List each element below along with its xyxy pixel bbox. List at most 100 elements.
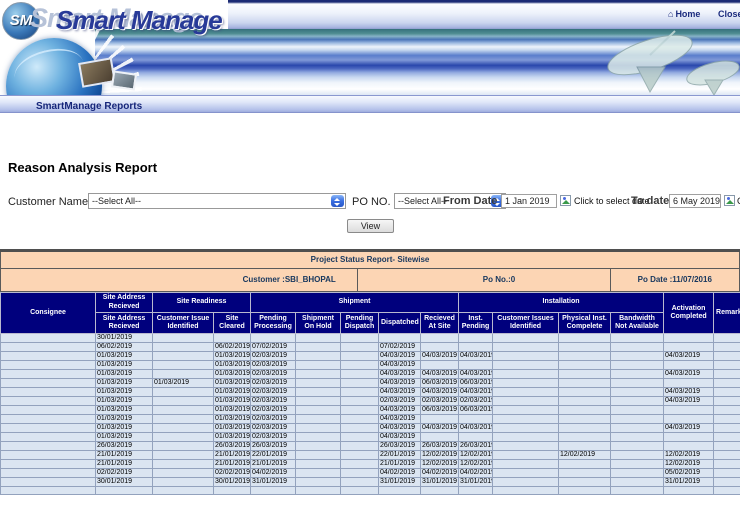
report-cell: 01/03/2019 bbox=[213, 432, 251, 442]
table-row: 01/03/2019 01/03/2019 01/03/2019 02/03/2019… bbox=[0, 378, 740, 388]
report-cell: 04/03/2019 bbox=[419, 369, 460, 379]
report-cell bbox=[713, 387, 740, 397]
dropdown-arrows-icon bbox=[331, 195, 344, 207]
report-cell bbox=[295, 342, 341, 352]
report-cell: 01/03/2019 bbox=[152, 378, 214, 388]
report-cell: 01/03/2019 bbox=[213, 396, 251, 406]
report-cell: 07/02/2019 bbox=[378, 342, 421, 352]
report-cell: 04/03/2019 bbox=[458, 423, 494, 433]
report-info-row: Customer :SBI_BHOPAL Po No.:0 Po Date :1… bbox=[0, 269, 740, 292]
report-cell: 02/03/2019 bbox=[250, 369, 296, 379]
report-cell bbox=[152, 360, 214, 370]
table-row: 01/03/2019 01/03/2019 02/03/2019 04/03/2019 bbox=[0, 414, 740, 424]
report-cell bbox=[152, 486, 214, 495]
report-cell bbox=[152, 342, 214, 352]
report-cell bbox=[610, 423, 665, 433]
report-cell: 21/01/2019 bbox=[95, 459, 153, 469]
report-cell bbox=[152, 432, 214, 442]
report-cell bbox=[340, 450, 379, 460]
report-cell bbox=[558, 432, 612, 442]
report-cell: 31/01/2019 bbox=[458, 477, 494, 487]
report-cell bbox=[663, 342, 715, 352]
report-cell: 21/01/2019 bbox=[250, 459, 296, 469]
report-cell bbox=[610, 441, 665, 451]
report-cell bbox=[295, 351, 341, 361]
customer-name-select[interactable]: --Select All-- bbox=[88, 193, 346, 209]
report-cell: 26/03/2019 bbox=[250, 441, 296, 451]
report-cell bbox=[295, 486, 341, 495]
from-date-picker-icon[interactable] bbox=[560, 195, 571, 206]
report-cell: 02/03/2019 bbox=[250, 351, 296, 361]
report-cell: 12/02/2019 bbox=[419, 459, 460, 469]
report-cell: 06/03/2019 bbox=[458, 405, 494, 415]
report-cell bbox=[152, 459, 214, 469]
report-cell bbox=[558, 414, 612, 424]
report-cell bbox=[713, 333, 740, 343]
report-cell bbox=[458, 432, 494, 442]
report-cell bbox=[713, 342, 740, 352]
report-cell: 22/01/2019 bbox=[250, 450, 296, 460]
report-cell: 01/03/2019 bbox=[95, 369, 153, 379]
close-link[interactable]: Close bbox=[718, 9, 740, 19]
report-header-row2: Site Address Recieved Customer Issue Iden… bbox=[1, 312, 740, 334]
report-cell bbox=[295, 387, 341, 397]
home-link[interactable]: ⌂ Home bbox=[668, 9, 700, 19]
report-cell: 04/03/2019 bbox=[419, 351, 460, 361]
report-cell: 01/03/2019 bbox=[213, 414, 251, 424]
report-cell: 02/03/2019 bbox=[458, 396, 494, 406]
report-cell: 01/03/2019 bbox=[95, 360, 153, 370]
report-cell bbox=[340, 333, 379, 343]
table-row: 01/03/2019 01/03/2019 02/03/2019 04/03/2019… bbox=[0, 405, 740, 415]
report-cell bbox=[340, 414, 379, 424]
report-cell bbox=[558, 396, 612, 406]
report-cell bbox=[558, 423, 612, 433]
table-filler-row bbox=[0, 486, 740, 495]
report-cell bbox=[419, 360, 460, 370]
report-cell bbox=[340, 360, 379, 370]
home-icon: ⌂ bbox=[668, 9, 674, 19]
table-row: 21/01/2019 21/01/2019 22/01/2019 22/01/2019… bbox=[0, 450, 740, 460]
to-date-input[interactable]: 6 May 2019 bbox=[669, 194, 721, 208]
report-cell: 01/03/2019 bbox=[95, 387, 153, 397]
report-cell bbox=[295, 441, 341, 451]
report-cell: 02/03/2019 bbox=[250, 423, 296, 433]
report-cell: 02/03/2019 bbox=[250, 396, 296, 406]
report-cell: 06/03/2019 bbox=[458, 378, 494, 388]
column-group-header: Remarks bbox=[713, 292, 740, 334]
report-cell bbox=[610, 396, 665, 406]
report-cell bbox=[492, 441, 560, 451]
report-cell: 04/03/2019 bbox=[378, 432, 421, 442]
report-cell: 12/02/2019 bbox=[458, 459, 494, 469]
report-cell bbox=[713, 450, 740, 460]
report-cell bbox=[419, 342, 460, 352]
report-rows: 30/01/2019 06/02/2019 06/02/2019 07/02/2019… bbox=[0, 333, 740, 495]
report-cell bbox=[295, 360, 341, 370]
view-button[interactable]: View bbox=[347, 219, 394, 233]
report-cell bbox=[152, 441, 214, 451]
report-cell bbox=[610, 342, 665, 352]
report-cell bbox=[152, 369, 214, 379]
report-cell: 30/01/2019 bbox=[213, 477, 251, 487]
report-cell bbox=[610, 468, 665, 478]
consignee-redacted-cell bbox=[0, 477, 96, 487]
report-cell bbox=[152, 333, 214, 343]
column-header: Bandwidth Not Available bbox=[610, 312, 665, 334]
column-header: Pending Processing bbox=[250, 312, 296, 334]
report-cell: 01/03/2019 bbox=[213, 387, 251, 397]
consignee-redacted-cell bbox=[0, 414, 96, 424]
report-cell bbox=[340, 369, 379, 379]
report-cell: 04/03/2019 bbox=[458, 369, 494, 379]
report-cell: 04/03/2019 bbox=[378, 378, 421, 388]
column-group-header: Installation bbox=[458, 292, 665, 313]
from-date-input[interactable]: 1 Jan 2019 bbox=[501, 194, 557, 208]
consignee-redacted-cell bbox=[0, 423, 96, 433]
report-cell: 04/03/2019 bbox=[419, 423, 460, 433]
report-cell bbox=[610, 477, 665, 487]
report-cell: 12/02/2019 bbox=[458, 450, 494, 460]
report-cell bbox=[492, 360, 560, 370]
consignee-redacted-cell bbox=[0, 360, 96, 370]
report-cell bbox=[152, 468, 214, 478]
to-date-picker-icon[interactable] bbox=[724, 195, 735, 206]
report-cell: 30/01/2019 bbox=[95, 477, 153, 487]
report-cell: 04/03/2019 bbox=[663, 396, 715, 406]
